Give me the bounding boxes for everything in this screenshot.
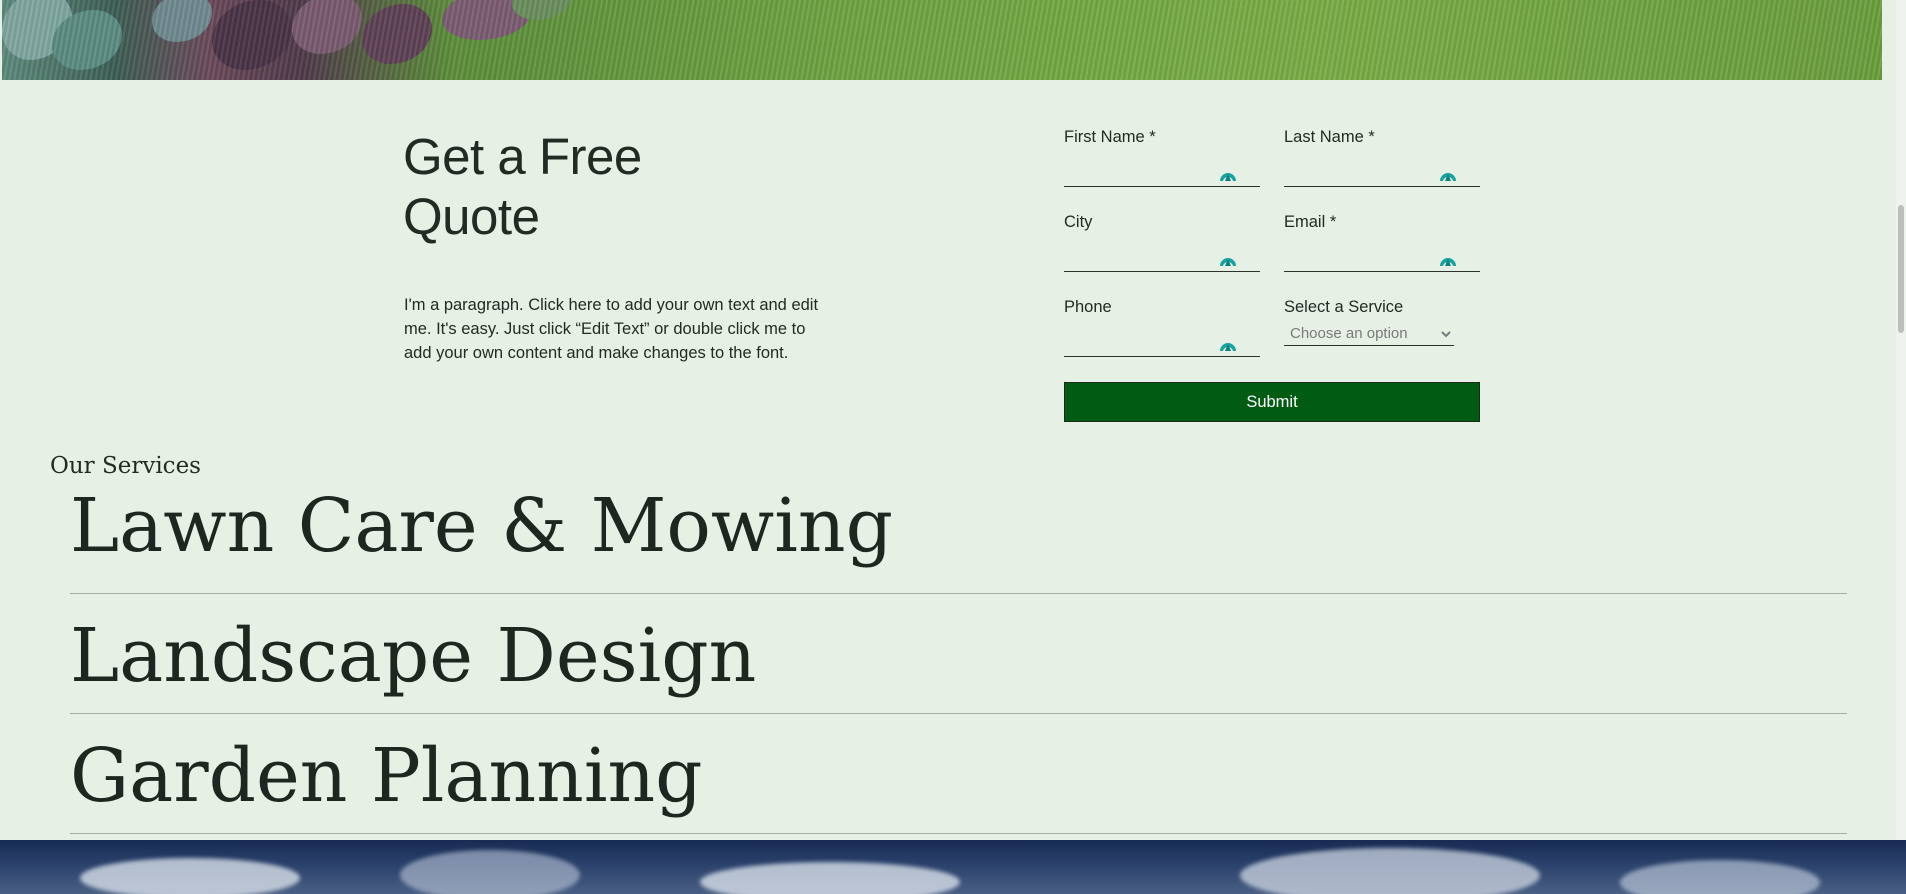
email-field: Email * bbox=[1284, 213, 1480, 272]
city-label: City bbox=[1064, 213, 1093, 231]
services-heading: Our Services bbox=[50, 453, 201, 479]
hero-image-bottom bbox=[2, 0, 1882, 80]
autofill-key-icon[interactable] bbox=[1218, 338, 1238, 358]
sky-image-top bbox=[0, 840, 1906, 894]
submit-button[interactable]: Submit bbox=[1064, 382, 1480, 422]
autofill-key-icon[interactable] bbox=[1438, 168, 1458, 188]
autofill-key-icon[interactable] bbox=[1438, 253, 1458, 273]
page-scrollbar[interactable] bbox=[1896, 0, 1906, 840]
service-name[interactable]: Lawn Care & Mowing bbox=[70, 483, 893, 569]
first-name-label: First Name * bbox=[1064, 128, 1156, 146]
scrollbar-thumb[interactable] bbox=[1898, 205, 1904, 333]
service-row[interactable]: Lawn Care & Mowing bbox=[70, 483, 1847, 594]
service-select-wrapper: Choose an option bbox=[1284, 322, 1454, 346]
service-name[interactable]: Garden Planning bbox=[70, 733, 703, 819]
email-label: Email * bbox=[1284, 213, 1337, 231]
quote-title-line1: Get a Free bbox=[403, 128, 642, 185]
quote-title-line2: Quote bbox=[403, 188, 540, 245]
service-row[interactable]: Landscape Design bbox=[70, 593, 1847, 714]
city-field: City bbox=[1064, 213, 1260, 272]
phone-label: Phone bbox=[1064, 298, 1112, 316]
last-name-label: Last Name * bbox=[1284, 128, 1375, 146]
autofill-key-icon[interactable] bbox=[1218, 253, 1238, 273]
quote-title: Get a Free Quote bbox=[403, 127, 703, 247]
service-name[interactable]: Landscape Design bbox=[70, 613, 756, 699]
autofill-key-icon[interactable] bbox=[1218, 168, 1238, 188]
phone-field: Phone bbox=[1064, 298, 1260, 357]
last-name-field: Last Name * bbox=[1284, 128, 1480, 187]
quote-paragraph: I'm a paragraph. Click here to add your … bbox=[404, 296, 819, 362]
service-field: Select a Service Choose an option bbox=[1284, 298, 1480, 346]
service-label: Select a Service bbox=[1284, 298, 1404, 316]
first-name-field: First Name * bbox=[1064, 128, 1260, 187]
service-row[interactable]: Garden Planning bbox=[70, 713, 1847, 834]
service-select[interactable]: Choose an option bbox=[1284, 322, 1454, 346]
